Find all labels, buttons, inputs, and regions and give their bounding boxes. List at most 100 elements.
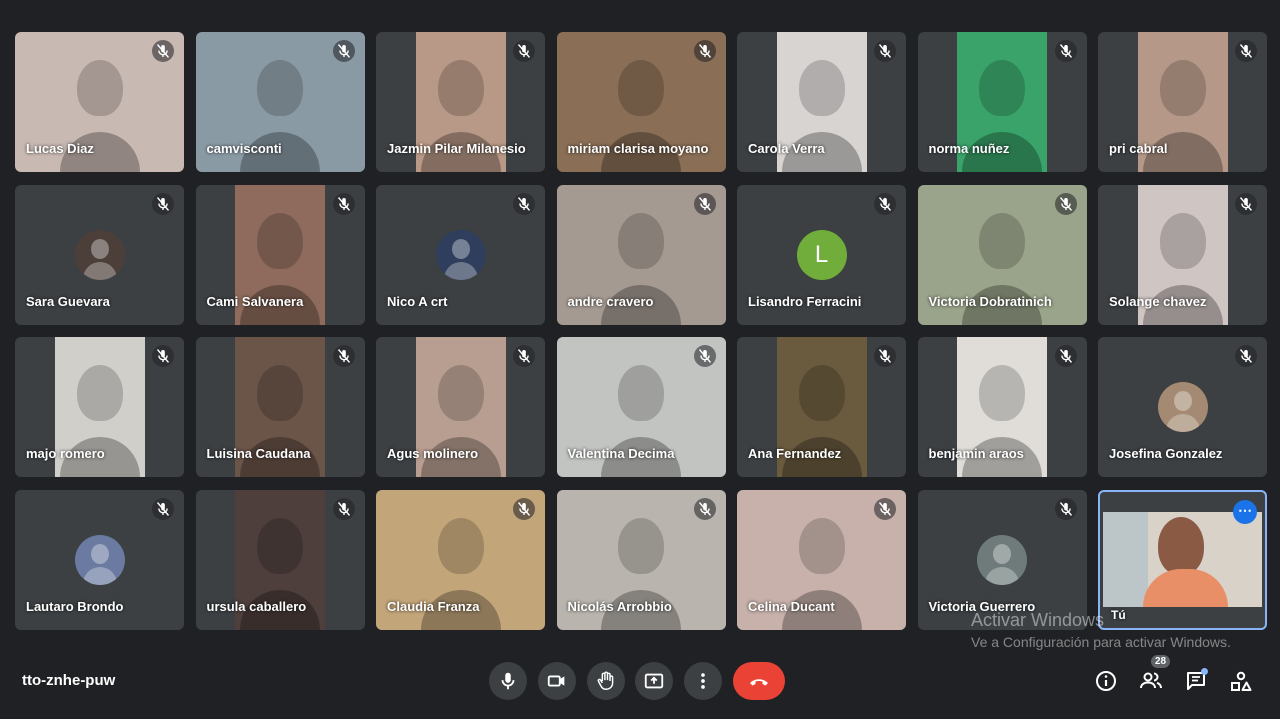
meeting-info-button[interactable] [1093,668,1119,694]
participant-name: benjamin araos [928,446,1024,461]
participant-name: Luisina Caudana [206,446,311,461]
participant-name: norma nuñez [928,141,1010,156]
mic-off-icon [693,345,716,367]
mic-off-icon [513,345,535,367]
participant-name: miriam clarisa moyano [567,141,709,156]
participant-name: Nico A crt [387,293,448,309]
mic-off-icon [1235,345,1257,367]
end-call-icon [750,679,768,686]
avatar [74,534,125,585]
mic-off-icon [1235,40,1257,62]
end-call-button[interactable] [733,662,785,700]
mic-off-icon [332,192,355,215]
participant-tile[interactable]: Carola Verra [737,32,906,172]
camera-button[interactable] [538,662,576,700]
participant-tile[interactable]: Claudia Franza [376,489,545,630]
participant-name: Carola Verra [748,141,825,156]
avatar [435,229,486,280]
mic-off-icon [1054,497,1077,520]
raise-hand-button[interactable] [587,662,625,700]
present-screen-button[interactable] [635,662,673,700]
activities-button[interactable] [1228,668,1254,694]
participant-name: Tú [1111,607,1126,622]
participant-tile[interactable]: Josefina Gonzalez [1098,337,1267,477]
participant-tile[interactable]: camvisconti [195,32,365,172]
participant-name: Agus molinero [387,446,479,461]
participant-tile[interactable]: Jazmin Pilar Milanesio [376,32,545,172]
camera-icon [547,675,565,687]
raise-hand-icon [597,671,614,690]
mic-off-icon [513,192,535,215]
participant-tile[interactable]: Nico A crt [376,184,545,325]
mic-off-icon [693,40,716,62]
activities-icon [1231,671,1252,691]
participant-tile[interactable]: Lucas Diaz [15,32,184,172]
participant-tile[interactable]: Sara Guevara [15,184,184,325]
participant-name: Victoria Dobratinich [928,293,1052,309]
participant-tile[interactable]: Lautaro Brondo [15,489,184,630]
people-icon [1140,672,1162,689]
mic-off-icon [1054,345,1077,367]
participant-tile[interactable]: majo romero [15,337,184,477]
info-icon [1096,671,1116,691]
mic-off-icon [513,497,535,520]
mic-off-icon [332,497,355,520]
participant-name: pri cabral [1109,141,1168,156]
participant-name: Nicolás Arrobbio [567,598,672,614]
avatar [977,534,1027,585]
mic-off-icon [874,192,896,215]
mic-off-icon [693,192,716,215]
participant-name: Jazmin Pilar Milanesio [387,141,526,156]
avatar [1157,382,1208,432]
participant-tile[interactable]: Nicolás Arrobbio [556,489,726,630]
participant-name: ursula caballero [206,598,307,614]
more-horizontal-icon[interactable]: ⋯ [1233,499,1257,524]
participant-tile[interactable]: Luisina Caudana [195,337,365,477]
mic-off-icon [332,40,355,62]
self-video [1103,511,1262,607]
mic-off-icon [152,192,174,215]
participant-tile[interactable]: norma nuñez [917,32,1087,172]
mic-button[interactable] [489,662,527,700]
participant-tile[interactable]: Victoria Dobratinich [917,184,1087,325]
participant-name: Claudia Franza [387,598,480,614]
participant-tile[interactable]: Victoria Guerrero [917,489,1087,630]
participant-name: Celina Ducant [748,598,835,614]
self-tile[interactable]: ⋯ Tú [1098,489,1267,630]
participant-name: Ana Fernandez [748,446,842,461]
avatar: L [796,229,847,280]
mic-off-icon [874,40,896,62]
mic-off-icon [152,497,174,520]
participant-tile[interactable]: Agus molinero [376,337,545,477]
present-screen-icon [644,673,664,689]
people-count-badge: 28 [1151,655,1171,668]
participant-name: majo romero [26,446,105,461]
windows-activation-title: Activar Windows [971,610,1105,630]
participant-tile[interactable]: L Lisandro Ferracini [737,184,906,325]
participant-name: Lucas Diaz [26,141,94,156]
participant-tile[interactable]: andre cravero [556,184,726,325]
participant-tile[interactable]: miriam clarisa moyano [556,32,726,172]
more-options-button[interactable] [684,662,722,700]
participant-name: Lisandro Ferracini [748,293,862,309]
participant-tile[interactable]: Solange chavez [1098,184,1267,325]
participant-tile[interactable]: Valentina Decima [556,337,726,477]
participant-tile[interactable]: benjamin araos [917,337,1087,477]
meeting-code: tto-znhe-puw [22,672,116,689]
mic-off-icon [513,40,535,62]
mic-off-icon [332,345,355,367]
mic-off-icon [874,345,896,367]
participant-tile[interactable]: Cami Salvanera [195,184,365,325]
mic-icon [501,672,515,690]
mic-off-icon [1054,192,1077,215]
participant-tile[interactable]: Ana Fernandez [737,337,906,477]
mic-off-icon [152,40,174,62]
participant-tile[interactable]: pri cabral [1098,32,1267,172]
people-button[interactable] [1138,668,1164,694]
participant-name: Solange chavez [1109,293,1207,309]
participant-tile[interactable]: Celina Ducant [737,489,906,630]
participant-grid: Lucas Diaz camvisconti Jazmin Pilar Milane… [15,32,1267,630]
participant-tile[interactable]: ursula caballero [195,489,365,630]
avatar [74,229,125,280]
mic-off-icon [874,497,896,520]
